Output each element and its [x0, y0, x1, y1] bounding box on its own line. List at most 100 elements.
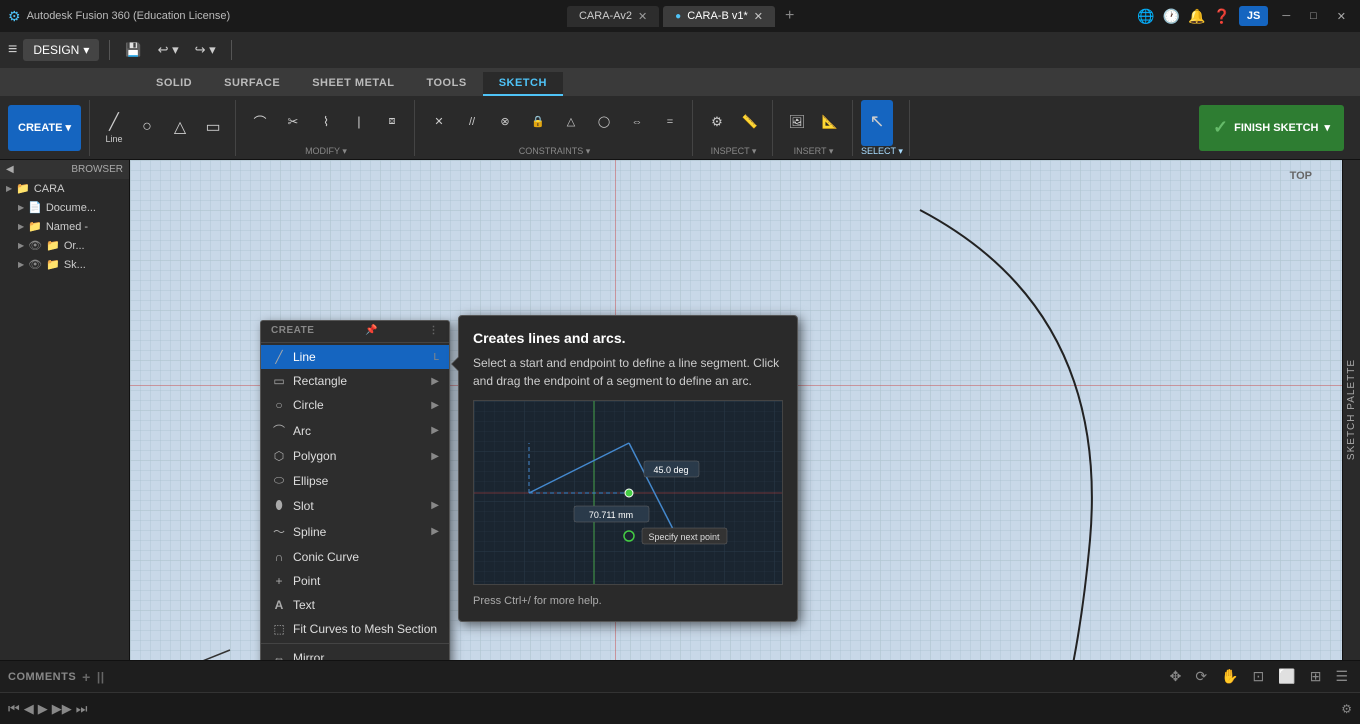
tab-cara-b-close[interactable]: ✕ [754, 10, 763, 23]
menu-item-point[interactable]: + Point [261, 569, 449, 593]
circle-menu-label: Circle [293, 398, 425, 412]
svg-text:Specify next point: Specify next point [648, 532, 720, 542]
expand-arrow-origin: ▶ [18, 241, 24, 250]
coincident-btn[interactable]: ✕ [423, 100, 455, 146]
clock-icon[interactable]: 🕐 [1163, 8, 1180, 25]
sketch-rect-btn[interactable]: ▭ [197, 105, 229, 151]
menu-item-conic[interactable]: ∩ Conic Curve [261, 545, 449, 569]
break-btn[interactable]: | [343, 100, 375, 146]
line-btn[interactable]: ╱Line [98, 105, 130, 151]
design-button[interactable]: DESIGN ▾ [23, 39, 99, 61]
lock-btn[interactable]: 🔒 [522, 100, 554, 146]
menu-item-slot[interactable]: ⬮ Slot ▶ [261, 493, 449, 518]
create-menu-title: CREATE [271, 325, 314, 336]
create-menu-pin[interactable]: 📌 [365, 325, 378, 336]
display-settings-btn[interactable]: ☰ [1331, 666, 1352, 687]
bottom-bar: COMMENTS + || ✥ ⟳ ✋ ⊡ ⬜ ⊞ ☰ [0, 660, 1360, 692]
sketch-tri-btn[interactable]: △ [164, 105, 196, 151]
browser-item-origin[interactable]: ▶ 👁 📁 Or... [0, 236, 129, 255]
menu-item-text[interactable]: A Text [261, 593, 449, 617]
move-tool-btn[interactable]: ✥ [1166, 666, 1186, 687]
pan-tool-btn[interactable]: ✋ [1217, 666, 1242, 687]
mirror-c-btn[interactable]: ⇔ [621, 100, 653, 146]
bell-icon[interactable]: 🔔 [1188, 8, 1205, 25]
folder-icon: 📁 [16, 182, 30, 195]
insert-dxf-btn[interactable]: 📐 [814, 100, 846, 146]
sketch-circle-btn[interactable]: ○ [131, 105, 163, 151]
tab-cara-b[interactable]: ● CARA-B v1* ✕ [663, 6, 775, 27]
profile-button[interactable]: JS [1239, 6, 1268, 26]
menu-item-polygon[interactable]: ⬡ Polygon ▶ [261, 444, 449, 468]
menu-item-spline[interactable]: 〜 Spline ▶ [261, 518, 449, 545]
menu-item-arc[interactable]: ⌒ Arc ▶ [261, 417, 449, 444]
finish-sketch-arrow: ▾ [1324, 121, 1330, 134]
equal-btn[interactable]: = [654, 100, 686, 146]
ribbon: CREATE ▾ ╱Line ○ △ ▭ ⌒ ✂ ⌇ | ⧈ MODIFY ▾ … [0, 96, 1360, 160]
create-dropdown-button[interactable]: CREATE ▾ [8, 105, 81, 151]
browser-item-cara[interactable]: ▶ 📁 CARA [0, 179, 129, 198]
tab-surface[interactable]: SURFACE [208, 72, 296, 96]
orbit-tool-btn[interactable]: ⟳ [1191, 666, 1211, 687]
comment-collapse-btn[interactable]: || [97, 670, 105, 684]
grid-btn[interactable]: ⊞ [1306, 666, 1326, 687]
slot-menu-arrow: ▶ [431, 500, 439, 511]
add-comment-btn[interactable]: + [82, 669, 91, 685]
menu-item-ellipse[interactable]: ⬭ Ellipse [261, 468, 449, 493]
redo-button[interactable]: ↪ ▾ [190, 39, 221, 61]
collinear-btn[interactable]: // [456, 100, 488, 146]
measure-btn[interactable]: 📏 [734, 100, 766, 146]
comments-section[interactable]: COMMENTS + || [8, 669, 105, 685]
close-button[interactable]: ✕ [1331, 8, 1352, 25]
playback-next-btn[interactable]: ▶▶ [52, 701, 72, 717]
app-menu-icon[interactable]: ≡ [8, 41, 17, 59]
circle-c-btn[interactable]: ◯ [588, 100, 620, 146]
maximize-button[interactable]: □ [1304, 8, 1323, 24]
tab-cara-a[interactable]: CARA-Av2 ✕ [567, 6, 659, 27]
view-cube-btn[interactable]: ⬜ [1274, 666, 1299, 687]
menu-item-line[interactable]: ╱ Line L [261, 345, 449, 369]
browser-item-named[interactable]: ▶ 📁 Named - [0, 217, 129, 236]
browser-header[interactable]: ◀ BROWSER [0, 160, 129, 179]
fillet-btn[interactable]: ⌒ [244, 100, 276, 146]
menu-item-circle[interactable]: ○ Circle ▶ [261, 393, 449, 417]
menu-item-fit-curves[interactable]: ⬚ Fit Curves to Mesh Section [261, 617, 449, 641]
zoom-fit-btn[interactable]: ⊡ [1249, 666, 1269, 687]
tab-tools[interactable]: TOOLS [410, 72, 482, 96]
undo-button[interactable]: ↩ ▾ [153, 39, 184, 61]
playback-first-btn[interactable]: ⏮ [8, 701, 20, 717]
browser-item-document[interactable]: ▶ 📄 Docume... [0, 198, 129, 217]
tab-solid[interactable]: SOLID [140, 72, 208, 96]
menu-item-rectangle[interactable]: ▭ Rectangle ▶ [261, 369, 449, 393]
minimize-button[interactable]: ─ [1276, 8, 1296, 24]
tab-cara-a-label: CARA-Av2 [579, 10, 632, 22]
tab-cara-a-close[interactable]: ✕ [638, 10, 647, 23]
save-button[interactable]: 💾 [120, 39, 146, 61]
sketch-offset-btn[interactable]: ⧈ [376, 100, 408, 146]
playback-last-btn[interactable]: ⏭ [76, 701, 88, 717]
select-btn[interactable]: ↖ [861, 100, 893, 146]
settings-cog-btn[interactable]: ⚙ [1341, 702, 1352, 716]
playback-prev-btn[interactable]: ◀ [24, 701, 34, 717]
tab-sheet-metal[interactable]: SHEET METAL [296, 72, 410, 96]
slot-menu-icon: ⬮ [271, 498, 287, 513]
playback-play-btn[interactable]: ▶ [38, 701, 48, 717]
trim-btn[interactable]: ✂ [277, 100, 309, 146]
insert-image-btn[interactable]: 🖼 [781, 100, 813, 146]
tooltip-footer: Press Ctrl+/ for more help. [473, 595, 783, 607]
globe-icon[interactable]: 🌐 [1137, 8, 1154, 25]
browser-item-sketch[interactable]: ▶ 👁 📁 Sk... [0, 255, 129, 274]
create-menu-more[interactable]: ⋮ [428, 325, 439, 336]
conic-menu-icon: ∩ [271, 550, 287, 564]
toolbar-separator-2 [231, 40, 232, 60]
inspect-btn[interactable]: ⚙ [701, 100, 733, 146]
help-icon[interactable]: ❓ [1213, 8, 1230, 25]
menu-item-mirror[interactable]: ⇔ Mirror [261, 646, 449, 660]
new-tab-btn[interactable]: + [779, 7, 800, 25]
sidebar: ◀ BROWSER ▶ 📁 CARA ▶ 📄 Docume... ▶ 📁 Nam… [0, 160, 130, 660]
finish-sketch-button[interactable]: ✓ FINISH SKETCH ▾ [1199, 105, 1344, 151]
canvas-area[interactable]: TOP CREATE 📌 ⋮ ╱ Line L ▭ Rect [130, 160, 1342, 660]
tab-sketch[interactable]: SKETCH [483, 72, 563, 96]
extend-btn[interactable]: ⌇ [310, 100, 342, 146]
tangent-btn[interactable]: ⊗ [489, 100, 521, 146]
triangle-btn[interactable]: △ [555, 100, 587, 146]
